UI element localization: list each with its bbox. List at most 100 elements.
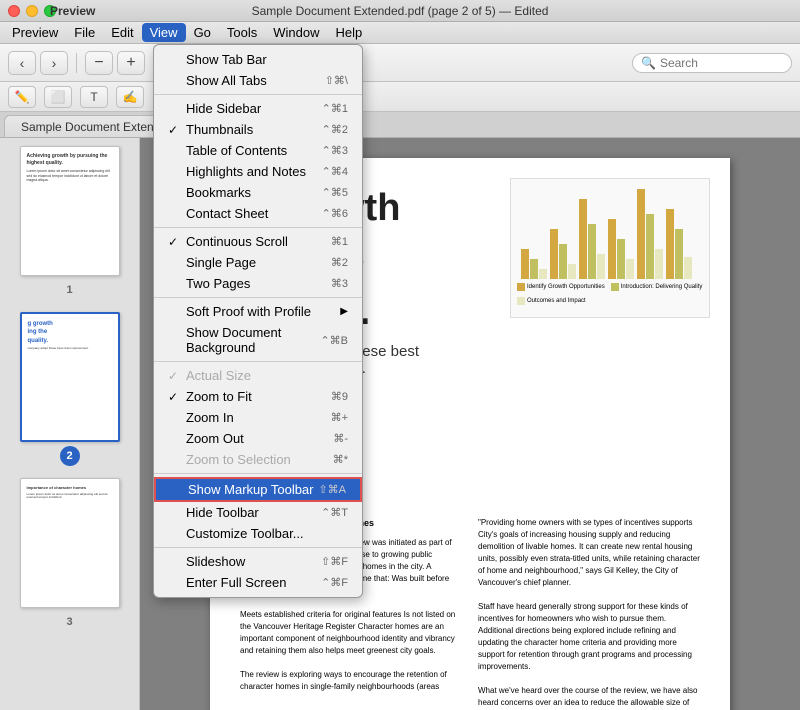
nav-forward-button[interactable]: › bbox=[40, 51, 68, 75]
bar bbox=[579, 199, 587, 279]
menu-label: Single Page bbox=[186, 255, 331, 270]
menu-item-soft-proof[interactable]: Soft Proof with Profile ▶ bbox=[154, 301, 362, 322]
menu-preview[interactable]: Preview bbox=[4, 23, 66, 42]
page-thumbnail-3[interactable]: Importance of character homes Lorem ipsu… bbox=[20, 478, 120, 608]
bar bbox=[626, 259, 634, 279]
menu-item-enter-full-screen[interactable]: Enter Full Screen ⌃⌘F bbox=[154, 572, 362, 593]
menu-label: Zoom to Fit bbox=[186, 389, 331, 404]
menu-label: Thumbnails bbox=[186, 122, 322, 137]
thumb-content-3: Importance of character homes Lorem ipsu… bbox=[21, 479, 119, 506]
menu-label: Bookmarks bbox=[186, 185, 322, 200]
menu-tools[interactable]: Tools bbox=[219, 23, 265, 42]
check-icon: ✓ bbox=[168, 390, 184, 404]
main-area: Achieving growth by pursuing the highest… bbox=[0, 138, 800, 710]
menu-item-customize-toolbar[interactable]: Customize Toolbar... bbox=[154, 523, 362, 544]
chart-area: Identify Growth Opportunities Introducti… bbox=[510, 178, 710, 318]
menu-label: Highlights and Notes bbox=[186, 164, 322, 179]
check-icon: ✓ bbox=[168, 235, 184, 249]
menu-item-slideshow[interactable]: Slideshow ⇧⌘F bbox=[154, 551, 362, 572]
pen-tool-button[interactable]: ✏️ bbox=[8, 86, 36, 108]
minimize-button[interactable] bbox=[26, 5, 38, 17]
bar-group-4 bbox=[608, 219, 634, 279]
legend-label-1: Identify Growth Opportunities bbox=[527, 284, 605, 290]
app-name: Preview bbox=[50, 4, 95, 18]
menu-label: Hide Sidebar bbox=[186, 101, 322, 116]
menu-item-two-pages[interactable]: Two Pages ⌘3 bbox=[154, 273, 362, 294]
menu-item-thumbnails[interactable]: ✓ Thumbnails ⌃⌘2 bbox=[154, 119, 362, 140]
menu-item-show-all-tabs[interactable]: Show All Tabs ⇧⌘\ bbox=[154, 70, 362, 91]
page-thumbnail-1[interactable]: Achieving growth by pursuing the highest… bbox=[20, 146, 120, 276]
thumb-content-2: g growthing thequality. company adopt th… bbox=[22, 314, 118, 357]
menu-item-actual-size[interactable]: ✓ Actual Size bbox=[154, 365, 362, 386]
submenu-arrow-icon: ▶ bbox=[340, 306, 348, 317]
menu-label: Show Document Background bbox=[186, 325, 320, 355]
view-dropdown-menu[interactable]: Show Tab Bar Show All Tabs ⇧⌘\ Hide Side… bbox=[153, 44, 363, 598]
shortcut: ⌃⌘6 bbox=[322, 207, 348, 220]
shortcut: ⇧⌘A bbox=[318, 483, 346, 496]
menu-bar: Preview File Edit View Go Tools Window H… bbox=[0, 22, 800, 44]
menu-label: Slideshow bbox=[186, 554, 321, 569]
menu-edit[interactable]: Edit bbox=[103, 23, 141, 42]
bar bbox=[608, 219, 616, 279]
menu-item-zoom-in[interactable]: Zoom In ⌘+ bbox=[154, 407, 362, 428]
menu-item-bookmarks[interactable]: Bookmarks ⌃⌘5 bbox=[154, 182, 362, 203]
shortcut: ⌘3 bbox=[331, 277, 348, 290]
shortcut: ⌘2 bbox=[331, 256, 348, 269]
menu-window[interactable]: Window bbox=[265, 23, 327, 42]
chart-legend: Identify Growth Opportunities Introducti… bbox=[511, 279, 709, 309]
bar bbox=[666, 209, 674, 279]
legend-item-2: Introduction: Delivering Quality bbox=[611, 283, 703, 291]
menu-go[interactable]: Go bbox=[186, 23, 219, 42]
legend-label-3: Outcomes and Impact bbox=[527, 298, 586, 304]
tab-bar: Sample Document Extende... bbox=[0, 112, 800, 138]
menu-item-hide-toolbar[interactable]: Hide Toolbar ⌃⌘T bbox=[154, 502, 362, 523]
menu-item-show-tab-bar[interactable]: Show Tab Bar bbox=[154, 49, 362, 70]
bar-group-5 bbox=[637, 189, 663, 279]
menu-item-show-doc-bg[interactable]: Show Document Background ⌃⌘B bbox=[154, 322, 362, 358]
nav-back-button[interactable]: ‹ bbox=[8, 51, 36, 75]
menu-item-zoom-out[interactable]: Zoom Out ⌘- bbox=[154, 428, 362, 449]
zoom-out-toolbar-button[interactable]: − bbox=[85, 51, 113, 75]
bar bbox=[539, 269, 547, 279]
doc-body-right: "Providing home owners with se types of … bbox=[478, 517, 700, 710]
menu-item-table-of-contents[interactable]: Table of Contents ⌃⌘3 bbox=[154, 140, 362, 161]
shortcut: ⌘1 bbox=[331, 235, 348, 248]
menu-label: Customize Toolbar... bbox=[186, 526, 348, 541]
search-input[interactable] bbox=[660, 56, 790, 70]
menu-item-zoom-to-selection[interactable]: Zoom to Selection ⌘* bbox=[154, 449, 362, 470]
shortcut: ⌃⌘T bbox=[321, 506, 348, 519]
list-item[interactable]: Achieving growth by pursuing the highest… bbox=[4, 146, 135, 300]
menu-item-show-markup-toolbar[interactable]: Show Markup Toolbar ⇧⌘A bbox=[154, 477, 362, 502]
menu-item-continuous-scroll[interactable]: ✓ Continuous Scroll ⌘1 bbox=[154, 231, 362, 252]
search-box[interactable]: 🔍 bbox=[632, 53, 792, 73]
menu-item-single-page[interactable]: Single Page ⌘2 bbox=[154, 252, 362, 273]
bar bbox=[530, 259, 538, 279]
menu-view[interactable]: View bbox=[142, 23, 186, 42]
menu-item-contact-sheet[interactable]: Contact Sheet ⌃⌘6 bbox=[154, 203, 362, 224]
text-button[interactable]: T bbox=[80, 86, 108, 108]
traffic-lights bbox=[8, 5, 56, 17]
signature-button[interactable]: ✍ bbox=[116, 86, 144, 108]
shortcut: ⇧⌘\ bbox=[325, 74, 348, 87]
menu-label: Zoom In bbox=[186, 410, 331, 425]
close-button[interactable] bbox=[8, 5, 20, 17]
shapes-button[interactable]: ⬜ bbox=[44, 86, 72, 108]
list-item[interactable]: Importance of character homes Lorem ipsu… bbox=[4, 478, 135, 632]
bar bbox=[568, 264, 576, 279]
legend-item-1: Identify Growth Opportunities bbox=[517, 283, 605, 291]
page-thumbnail-2[interactable]: g growthing thequality. company adopt th… bbox=[20, 312, 120, 442]
zoom-in-toolbar-button[interactable]: + bbox=[117, 51, 145, 75]
menu-help[interactable]: Help bbox=[328, 23, 371, 42]
menu-item-highlights-notes[interactable]: Highlights and Notes ⌃⌘4 bbox=[154, 161, 362, 182]
list-item[interactable]: g growthing thequality. company adopt th… bbox=[4, 312, 135, 466]
bar bbox=[684, 257, 692, 279]
menu-file[interactable]: File bbox=[66, 23, 103, 42]
menu-separator bbox=[154, 94, 362, 95]
bar bbox=[637, 189, 645, 279]
menu-item-zoom-to-fit[interactable]: ✓ Zoom to Fit ⌘9 bbox=[154, 386, 362, 407]
menu-item-hide-sidebar[interactable]: Hide Sidebar ⌃⌘1 bbox=[154, 98, 362, 119]
shortcut: ⌃⌘2 bbox=[322, 123, 348, 136]
shortcut: ⌃⌘B bbox=[320, 334, 348, 347]
check-icon: ✓ bbox=[168, 123, 184, 137]
thumb-content-1: Achieving growth by pursuing the highest… bbox=[21, 147, 119, 189]
